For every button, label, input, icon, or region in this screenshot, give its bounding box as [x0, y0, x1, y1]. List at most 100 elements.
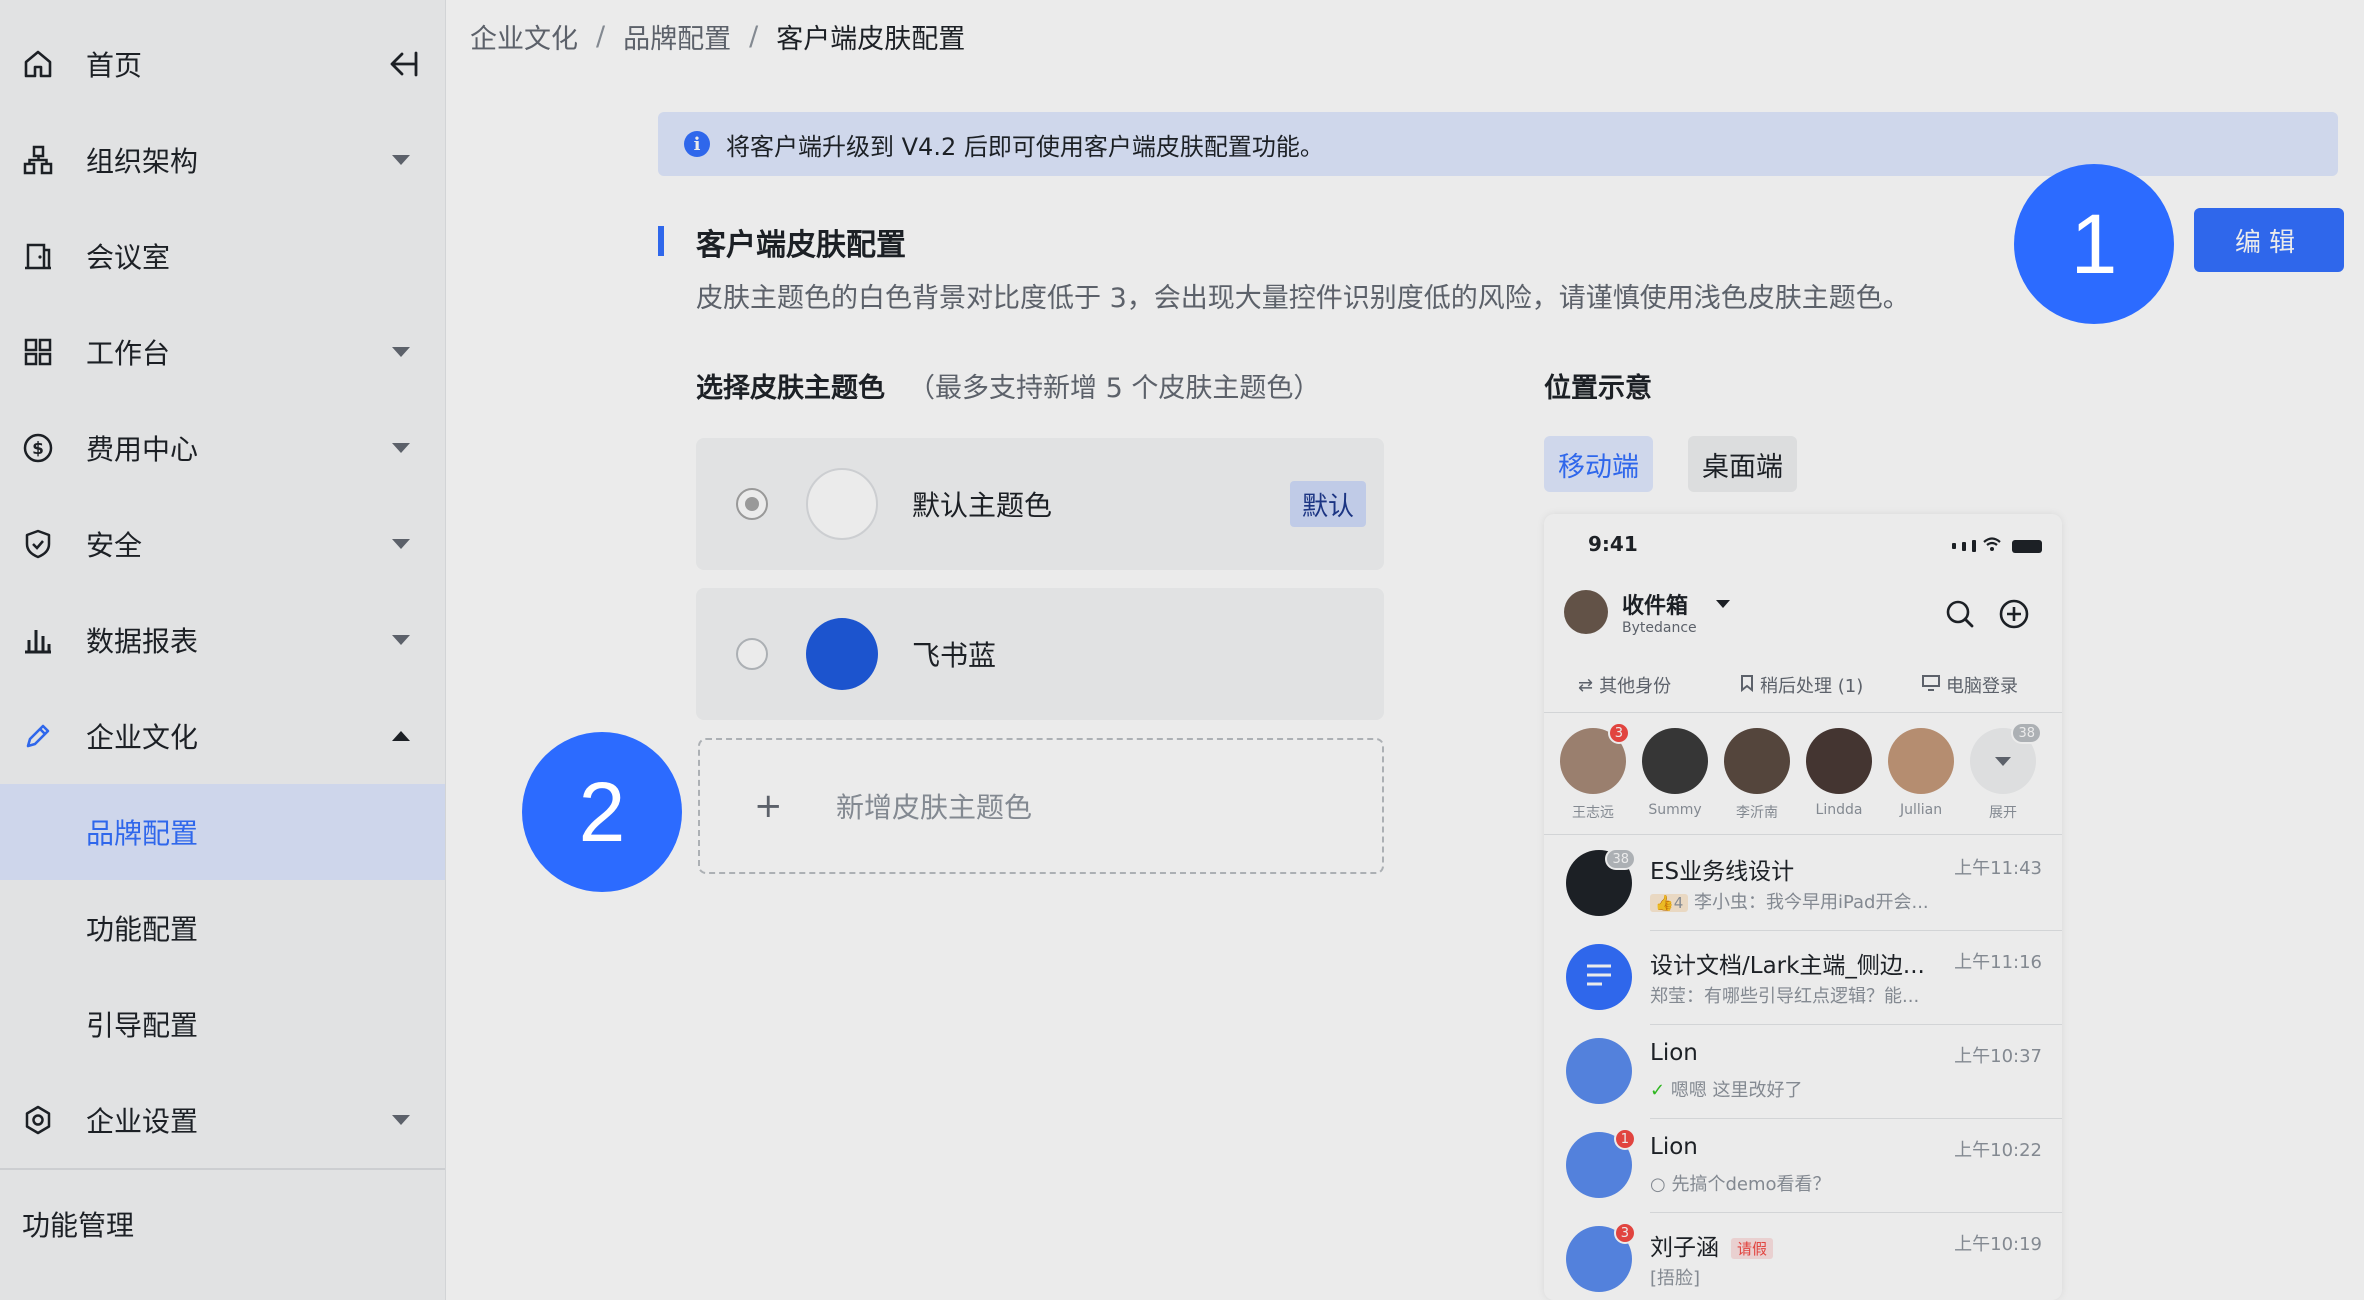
sidebar-item-meeting-room[interactable]: 会议室: [0, 208, 445, 304]
section-description: 皮肤主题色的白色背景对比度低于 3，会出现大量控件识别度低的风险，请谨慎使用浅色…: [696, 283, 1910, 314]
breadcrumb-item[interactable]: 品牌配置: [623, 17, 731, 56]
quick-action-label: 其他身份: [1599, 676, 1672, 697]
add-theme-button[interactable]: + 新增皮肤主题色: [698, 738, 1384, 874]
caret-down-icon: [1995, 756, 2011, 766]
sidebar-item-billing[interactable]: $ 费用中心: [0, 400, 445, 496]
story-expand[interactable]: 38 展开: [1968, 722, 2042, 822]
reaction-count: 👍4: [1650, 894, 1689, 912]
story-item[interactable]: 李沂南: [1722, 728, 1792, 822]
quick-action-later[interactable]: 稍后处理 (1): [1740, 672, 1863, 698]
pencil-icon: [20, 718, 56, 754]
signal-icon: [1952, 543, 1956, 549]
chat-title: Lion: [1650, 1134, 1698, 1160]
add-circle-icon[interactable]: [1998, 598, 2030, 630]
chat-title: ES业务线设计: [1650, 859, 1795, 885]
avatar: [1566, 1038, 1632, 1104]
chevron-down-icon: [392, 635, 410, 645]
theme-radio[interactable]: [736, 638, 768, 670]
story-item[interactable]: Summy: [1640, 728, 1710, 818]
unread-badge: 38: [1605, 848, 1636, 870]
sidebar-item-reports[interactable]: 数据报表: [0, 592, 445, 688]
theme-name: 默认主题色: [912, 489, 1053, 522]
info-icon: i: [684, 131, 710, 157]
status-icons: [1952, 536, 2042, 556]
sidebar-item-label: 会议室: [86, 241, 171, 274]
chat-item[interactable]: 3 刘子涵 请假 [捂脸] 上午10:19: [1544, 1212, 2062, 1300]
theme-select-title: 选择皮肤主题色: [696, 373, 885, 404]
step-marker-1: 1: [2014, 164, 2174, 324]
avatar[interactable]: [1564, 590, 1608, 634]
sidebar-item-label: 企业设置: [86, 1105, 199, 1138]
sidebar-subitem-feature[interactable]: 功能配置: [0, 880, 445, 976]
chat-preview: 👍4 李小虫：我今早用iPad开会...: [1650, 888, 1929, 914]
breadcrumb-separator: /: [596, 20, 606, 52]
chat-preview: ✓ 嗯嗯 这里改好了: [1650, 1076, 1803, 1102]
unread-badge: 38: [2011, 722, 2042, 744]
inbox-title[interactable]: 收件箱: [1622, 588, 1688, 620]
tab-mobile[interactable]: 移动端: [1544, 436, 1653, 492]
chat-item[interactable]: Lion ✓ 嗯嗯 这里改好了 上午10:37: [1544, 1024, 2062, 1118]
sidebar-subitem-label: 品牌配置: [86, 817, 199, 850]
theme-option-feishu-blue[interactable]: 飞书蓝: [696, 588, 1384, 720]
sidebar-subitem-label: 引导配置: [86, 1009, 199, 1042]
sidebar-item-enterprise-settings[interactable]: 企业设置: [0, 1072, 445, 1168]
quick-action-pc-login[interactable]: 电脑登录: [1922, 672, 2018, 698]
signal-icon: [1962, 541, 1966, 551]
chat-item[interactable]: 1 Lion ○ 先搞个demo看看？ 上午10:22: [1544, 1118, 2062, 1212]
section-accent-bar: [658, 226, 664, 256]
divider: [1544, 834, 2062, 835]
step-marker-2: 2: [522, 732, 682, 892]
sidebar-item-workplace[interactable]: 工作台: [0, 304, 445, 400]
story-name: 王志远: [1572, 805, 1614, 821]
signal-icon: [1972, 540, 1976, 552]
avatar: 3: [1566, 1222, 1636, 1292]
story-name: Jullian: [1899, 802, 1943, 818]
org-structure-icon: [20, 142, 56, 178]
settings-hexagon-icon: [20, 1102, 56, 1138]
sidebar-item-label: 企业文化: [86, 721, 199, 754]
chat-time: 上午10:19: [1954, 1234, 2042, 1255]
theme-radio[interactable]: [736, 488, 768, 520]
chevron-down-icon: [392, 347, 410, 357]
monitor-icon: [1922, 674, 1940, 696]
story-item[interactable]: 3 王志远: [1558, 722, 1630, 822]
breadcrumb-item[interactable]: 企业文化: [470, 17, 578, 56]
sidebar-item-home[interactable]: 首页: [0, 16, 445, 112]
document-icon: [1584, 962, 1614, 992]
chat-item[interactable]: 38 ES业务线设计 👍4 李小虫：我今早用iPad开会... 上午11:43: [1544, 836, 2062, 930]
tab-desktop[interactable]: 桌面端: [1688, 436, 1797, 492]
bookmark-icon: [1740, 674, 1754, 697]
leave-tag: 请假: [1731, 1238, 1774, 1259]
breadcrumb-current: 客户端皮肤配置: [776, 23, 966, 55]
default-badge: 默认: [1289, 481, 1366, 527]
swap-icon: ⇄: [1578, 674, 1594, 696]
search-icon[interactable]: [1944, 598, 1976, 630]
unread-badge: 3: [1613, 1222, 1636, 1244]
edit-button[interactable]: 编辑: [2194, 208, 2344, 272]
sidebar-item-org[interactable]: 组织架构: [0, 112, 445, 208]
chat-item[interactable]: 设计文档/Lark主端_侧边... 郑莹：有哪些引导红点逻辑？能... 上午11…: [1544, 930, 2062, 1024]
story-name: 展开: [1989, 805, 2017, 821]
sidebar-item-culture[interactable]: 企业文化: [0, 688, 445, 784]
sidebar-item-label: 工作台: [86, 337, 171, 370]
avatar: 3: [1560, 722, 1630, 794]
story-item[interactable]: Jullian: [1886, 728, 1956, 818]
story-item[interactable]: Lindda: [1804, 728, 1874, 818]
plus-icon: +: [754, 786, 783, 826]
check-circle-icon: ✓: [1650, 1080, 1666, 1101]
story-name: Lindda: [1815, 802, 1863, 818]
meeting-room-icon: [20, 238, 56, 274]
battery-icon: [2012, 539, 2042, 553]
theme-option-default[interactable]: 默认主题色 默认: [696, 438, 1384, 570]
sidebar-subitem-guide[interactable]: 引导配置: [0, 976, 445, 1072]
sidebar: 首页 组织架构 会议室 工作台 $ 费用中心 安全 数据报表 企业文化 品牌配置…: [0, 0, 446, 1300]
divider: [1544, 712, 2062, 713]
collapse-sidebar-icon[interactable]: [380, 44, 420, 84]
quick-action-identity[interactable]: ⇄ 其他身份: [1578, 672, 1671, 698]
sidebar-subitem-brand[interactable]: 品牌配置: [0, 784, 445, 880]
avatar: [1888, 728, 1954, 794]
chevron-down-icon: [392, 155, 410, 165]
chat-preview-text: 李小虫：我今早用iPad开会...: [1693, 892, 1929, 913]
sidebar-item-security[interactable]: 安全: [0, 496, 445, 592]
wifi-icon: [1982, 536, 2002, 556]
